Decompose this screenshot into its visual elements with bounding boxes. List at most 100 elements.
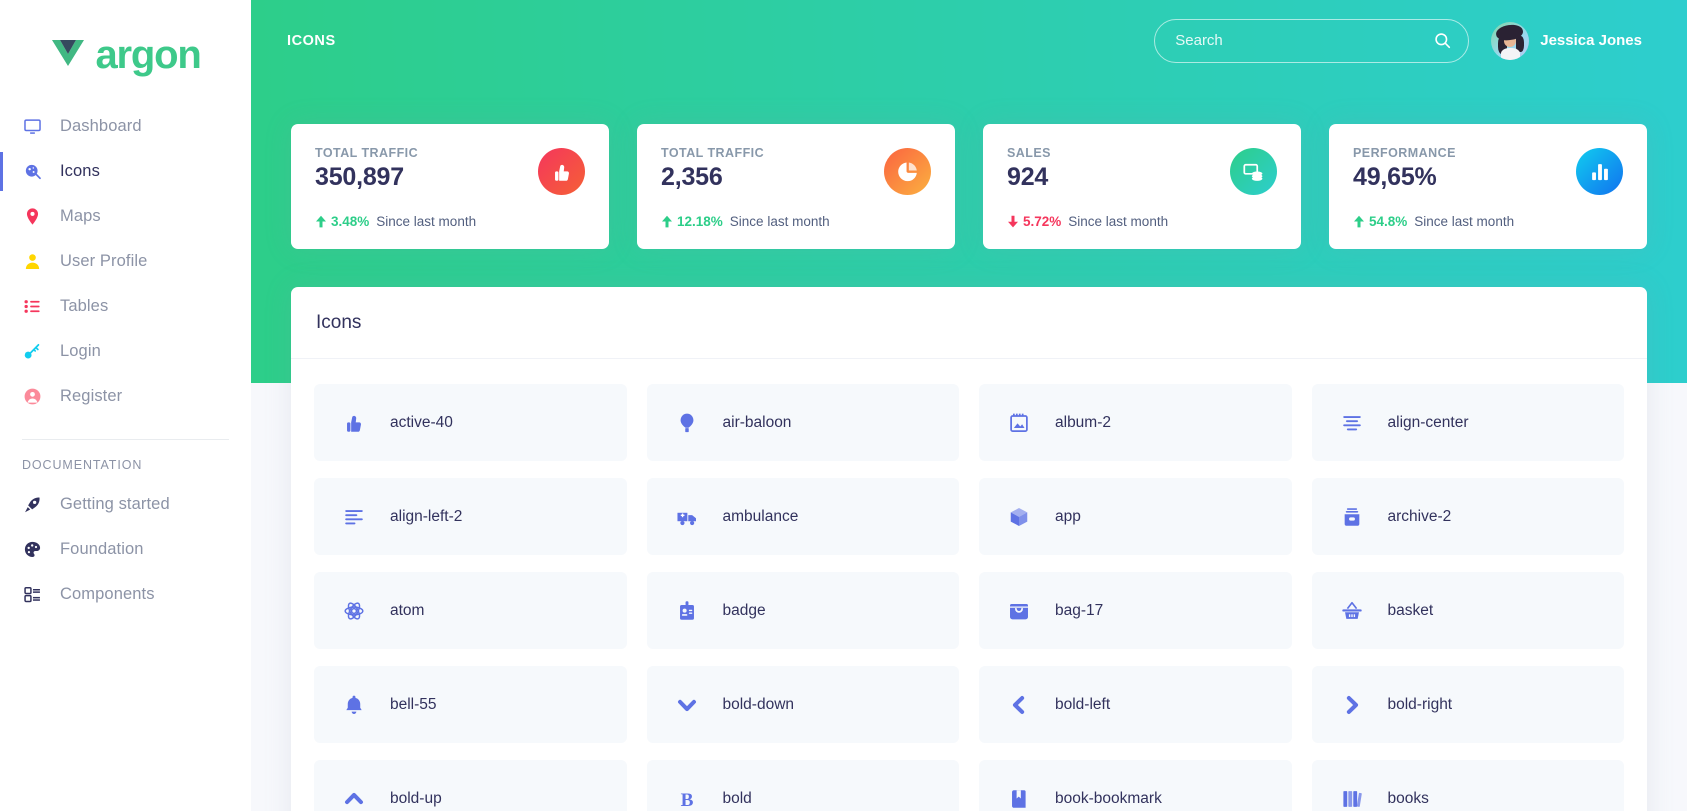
stat-card: TOTAL TRAFFIC 350,897 3.48% Since last m…	[291, 124, 609, 249]
monitor-icon	[22, 117, 42, 137]
stat-since: Since last month	[729, 214, 830, 229]
sidebar-nav: Dashboard Icons Maps User Profile Tables…	[0, 104, 251, 617]
icon-tile-label: atom	[390, 601, 425, 619]
bullet-list-icon	[22, 297, 42, 317]
icon-tile[interactable]: badge	[646, 572, 959, 649]
icon-tile[interactable]: bold-up	[314, 760, 627, 811]
arrow-up-icon	[1354, 215, 1364, 228]
icon-tile[interactable]: bold-down	[646, 666, 959, 743]
icon-tile[interactable]: bag-17	[979, 572, 1292, 649]
icon-tile-label: app	[1055, 507, 1081, 525]
sidebar-item-label: Login	[60, 342, 101, 360]
user-name: Jessica Jones	[1540, 32, 1642, 49]
stat-card: PERFORMANCE 49,65% 54.8% Since last mont…	[1329, 124, 1647, 249]
icon-tile[interactable]: bell-55	[314, 666, 627, 743]
sidebar-item-label: Components	[60, 585, 155, 603]
arrow-up-icon	[316, 215, 326, 228]
stat-label: SALES	[1007, 146, 1051, 160]
sidebar-item-components[interactable]: Components	[0, 572, 251, 617]
active-40-icon	[342, 411, 366, 435]
user-menu[interactable]: Jessica Jones	[1491, 21, 1642, 60]
icon-tile-label: bell-55	[390, 695, 437, 713]
svg-text:B: B	[680, 789, 693, 809]
main-content: ICONS Search Jessica Jones TOTAL TRAFFIC…	[251, 0, 1687, 811]
bold-icon: B	[675, 787, 699, 811]
icon-tile[interactable]: bold-right	[1311, 666, 1624, 743]
search-icon[interactable]	[1433, 31, 1452, 50]
icon-tile-label: bold-right	[1387, 695, 1453, 713]
chart-pie-icon	[884, 148, 931, 195]
rocket-icon	[22, 495, 42, 515]
icon-tile[interactable]: basket	[1311, 572, 1624, 649]
basket-icon	[1340, 599, 1364, 623]
palette-icon	[22, 540, 42, 560]
air-baloon-icon	[675, 411, 699, 435]
app-root: argon Dashboard Icons Maps User Profile …	[0, 0, 1687, 811]
book-bookmark-icon	[1007, 787, 1031, 811]
sidebar-item-register[interactable]: Register	[0, 374, 251, 419]
icon-tile[interactable]: air-baloon	[646, 384, 959, 461]
icon-tile[interactable]: books	[1311, 760, 1624, 811]
icon-tile[interactable]: bold-left	[979, 666, 1292, 743]
map-pin-icon	[22, 207, 42, 227]
sidebar-item-tables[interactable]: Tables	[0, 284, 251, 329]
icon-tile[interactable]: ambulance	[646, 478, 959, 555]
avatar	[1491, 21, 1530, 60]
sidebar-item-foundation[interactable]: Foundation	[0, 527, 251, 572]
active-40-icon	[538, 148, 585, 195]
sidebar-item-getting-started[interactable]: Getting started	[0, 482, 251, 527]
icon-tile[interactable]: atom	[314, 572, 627, 649]
sidebar-item-label: Maps	[60, 207, 101, 225]
books-icon	[1340, 787, 1364, 811]
bell-55-icon	[342, 693, 366, 717]
icon-tile[interactable]: align-center	[1311, 384, 1624, 461]
sidebar-item-user-profile[interactable]: User Profile	[0, 239, 251, 284]
icon-tile[interactable]: book-bookmark	[979, 760, 1292, 811]
archive-2-icon	[1340, 505, 1364, 529]
icon-tile[interactable]: B bold	[646, 760, 959, 811]
icon-tile-label: active-40	[390, 413, 453, 431]
stat-value: 350,897	[315, 163, 404, 191]
user-icon	[22, 252, 42, 272]
brand-name: argon	[95, 33, 201, 77]
icons-card-header: Icons	[291, 287, 1647, 359]
icon-tile-label: album-2	[1055, 413, 1111, 431]
stat-card: TOTAL TRAFFIC 2,356 12.18% Since last mo…	[637, 124, 955, 249]
icon-tile-label: align-center	[1387, 413, 1469, 431]
sidebar-item-label: Icons	[60, 162, 100, 180]
ambulance-icon	[675, 505, 699, 529]
sidebar-item-dashboard[interactable]: Dashboard	[0, 104, 251, 149]
icon-tile-label: air-baloon	[722, 413, 792, 431]
align-left-2-icon	[342, 505, 366, 529]
stat-since: Since last month	[1414, 214, 1515, 229]
sidebar-item-login[interactable]: Login	[0, 329, 251, 374]
stat-value: 49,65%	[1353, 163, 1437, 191]
icon-tile[interactable]: app	[979, 478, 1292, 555]
stat-delta: 12.18%	[661, 214, 723, 229]
sidebar-item-icons[interactable]: Icons	[0, 149, 251, 194]
icon-tile-label: bold-up	[390, 789, 442, 807]
icon-tile[interactable]: album-2	[979, 384, 1292, 461]
icon-tile-label: books	[1387, 789, 1429, 807]
stat-label: TOTAL TRAFFIC	[661, 146, 765, 160]
sidebar: argon Dashboard Icons Maps User Profile …	[0, 0, 251, 811]
page-title: ICONS	[287, 32, 336, 49]
icon-tile-label: badge	[722, 601, 766, 619]
search-box[interactable]	[1154, 18, 1470, 63]
icon-tile-label: archive-2	[1387, 507, 1452, 525]
search-input[interactable]	[1175, 32, 1434, 49]
stat-label: PERFORMANCE	[1353, 146, 1456, 160]
chart-bar-icon	[1576, 148, 1623, 195]
icons-card-title: Icons	[316, 311, 362, 333]
album-2-icon	[1007, 411, 1031, 435]
icon-tile[interactable]: active-40	[314, 384, 627, 461]
icon-tile[interactable]: align-left-2	[314, 478, 627, 555]
icon-tile[interactable]: archive-2	[1311, 478, 1624, 555]
sidebar-item-label: Foundation	[60, 540, 144, 558]
sidebar-item-label: Tables	[60, 297, 109, 315]
sidebar-item-maps[interactable]: Maps	[0, 194, 251, 239]
brand[interactable]: argon	[0, 0, 251, 104]
stat-label: TOTAL TRAFFIC	[315, 146, 419, 160]
atom-icon	[342, 599, 366, 623]
sidebar-section-heading: DOCUMENTATION	[22, 458, 143, 472]
